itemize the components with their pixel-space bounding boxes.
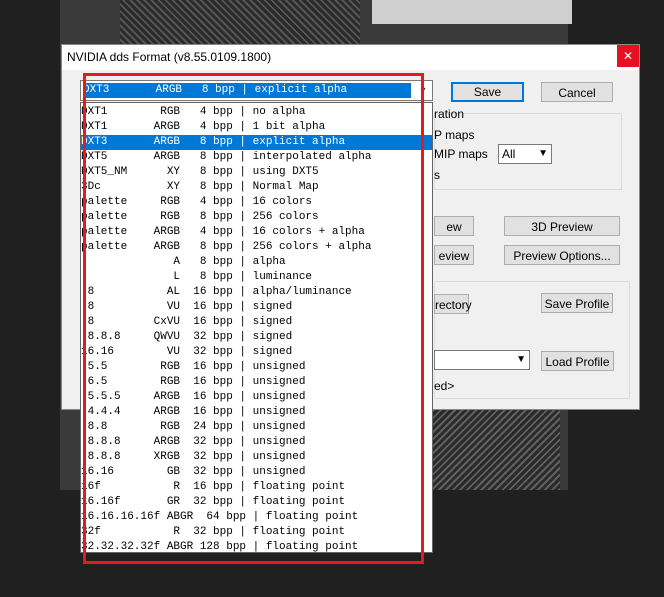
- use-mip-maps-label: MIP maps: [434, 147, 488, 161]
- format-option[interactable]: .5.5.5 ARGB 16 bpp | unsigned: [81, 390, 432, 405]
- format-dropdown-list[interactable]: DXT1 RGB 4 bpp | no alpha DXT1 ARGB 4 bpp…: [80, 102, 433, 553]
- format-option[interactable]: .4.4.4 ARGB 16 bpp | unsigned: [81, 405, 432, 420]
- format-combobox[interactable]: DXT3 ARGB 8 bpp | explicit alpha ▾: [80, 80, 433, 101]
- chevron-down-icon: ▼: [538, 148, 548, 159]
- format-option[interactable]: 3Dc XY 8 bpp | Normal Map: [81, 180, 432, 195]
- format-option[interactable]: 16.16 VU 32 bpp | signed: [81, 345, 432, 360]
- format-option[interactable]: DXT5_NM XY 8 bpp | using DXT5: [81, 165, 432, 180]
- directory-button[interactable]: rectory: [434, 294, 472, 314]
- load-profile-button[interactable]: Load Profile: [541, 351, 614, 371]
- mip-group-label: ration: [434, 107, 465, 121]
- format-combobox-value: DXT3 ARGB 8 bpp | explicit alpha: [83, 83, 411, 98]
- save-button[interactable]: Save: [451, 82, 524, 102]
- format-option[interactable]: 16.16 GB 32 bpp | unsigned: [81, 465, 432, 480]
- format-option[interactable]: .8 VU 16 bpp | signed: [81, 300, 432, 315]
- title-bar: NVIDIA dds Format (v8.55.0109.1800) ✕: [62, 45, 639, 70]
- photo-thumbnail: [372, 0, 572, 24]
- format-option[interactable]: .8 AL 16 bpp | alpha/luminance: [81, 285, 432, 300]
- format-option[interactable]: DXT1 ARGB 4 bpp | 1 bit alpha: [81, 120, 432, 135]
- format-option[interactable]: DXT5 ARGB 8 bpp | interpolated alpha: [81, 150, 432, 165]
- mip-count-select[interactable]: All ▼: [498, 144, 552, 164]
- cancel-button[interactable]: Cancel: [541, 82, 613, 102]
- profile-status-label: ed>: [434, 379, 455, 393]
- preview-button[interactable]: ew: [434, 216, 474, 236]
- format-option[interactable]: .8.8.8 QWVU 32 bpp | signed: [81, 330, 432, 345]
- format-option[interactable]: .5.5 RGB 16 bpp | unsigned: [81, 360, 432, 375]
- format-option[interactable]: DXT1 RGB 4 bpp | no alpha: [81, 105, 432, 120]
- lace-image-top: [120, 0, 360, 45]
- preview-options-button[interactable]: Preview Options...: [504, 245, 620, 265]
- format-option[interactable]: palette RGB 4 bpp | 16 colors: [81, 195, 432, 210]
- format-option[interactable]: palette RGB 8 bpp | 256 colors: [81, 210, 432, 225]
- format-option[interactable]: L 8 bpp | luminance: [81, 270, 432, 285]
- close-icon[interactable]: ✕: [617, 45, 639, 67]
- format-option[interactable]: 16.16f GR 32 bpp | floating point: [81, 495, 432, 510]
- format-option[interactable]: .8.8.8 ARGB 32 bpp | unsigned: [81, 435, 432, 450]
- mip-count-value: All: [502, 147, 516, 161]
- review-button[interactable]: eview: [434, 245, 474, 265]
- profile-select[interactable]: ▼: [434, 350, 530, 370]
- chevron-down-icon[interactable]: ▾: [414, 81, 432, 100]
- format-option[interactable]: .8.8.8 XRGB 32 bpp | unsigned: [81, 450, 432, 465]
- format-option[interactable]: .8.8 RGB 24 bpp | unsigned: [81, 420, 432, 435]
- format-option[interactable]: .8 CxVU 16 bpp | signed: [81, 315, 432, 330]
- format-option[interactable]: palette ARGB 8 bpp | 256 colors + alpha: [81, 240, 432, 255]
- dialog-title: NVIDIA dds Format (v8.55.0109.1800): [67, 50, 272, 64]
- format-option[interactable]: 32f R 32 bpp | floating point: [81, 525, 432, 540]
- save-profile-button[interactable]: Save Profile: [541, 293, 613, 313]
- chevron-down-icon: ▼: [516, 354, 526, 365]
- format-option[interactable]: 16.16.16.16f ABGR 64 bpp | floating poin…: [81, 510, 432, 525]
- format-option[interactable]: palette ARGB 4 bpp | 16 colors + alpha: [81, 225, 432, 240]
- mip-maps-label: P maps: [434, 128, 475, 142]
- 3d-preview-button[interactable]: 3D Preview: [504, 216, 620, 236]
- mip-extra-label: s: [434, 168, 440, 182]
- format-option[interactable]: 32.32.32.32f ABGR 128 bpp | floating poi…: [81, 540, 432, 552]
- format-option[interactable]: A 8 bpp | alpha: [81, 255, 432, 270]
- format-option[interactable]: .6.5 RGB 16 bpp | unsigned: [81, 375, 432, 390]
- format-option[interactable]: 16f R 16 bpp | floating point: [81, 480, 432, 495]
- format-option[interactable]: DXT3 ARGB 8 bpp | explicit alpha: [81, 135, 432, 150]
